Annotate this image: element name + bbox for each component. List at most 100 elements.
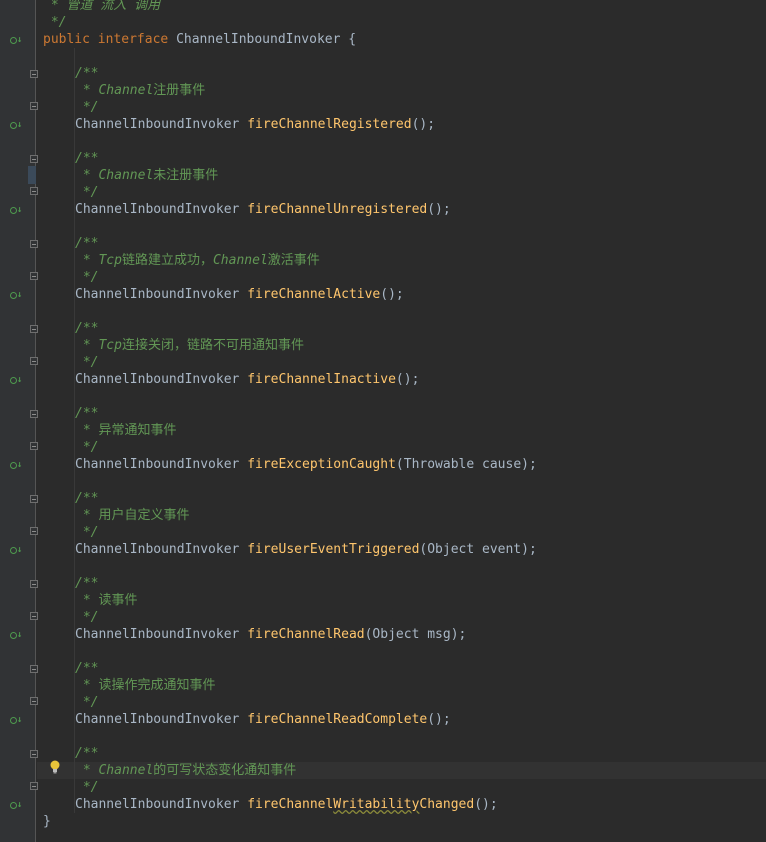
doc-close: */ — [75, 525, 99, 540]
doc-comment-close: */ — [37, 779, 766, 796]
method-declaration: ChannelInboundInvoker fireChannelRegiste… — [37, 116, 766, 133]
fold-icon[interactable] — [30, 495, 38, 503]
return-type: ChannelInboundInvoker — [75, 712, 240, 727]
doc-open: /** — [75, 151, 99, 166]
fold-icon[interactable] — [30, 697, 38, 705]
fold-icon[interactable] — [30, 240, 38, 248]
method-declaration: ChannelInboundInvoker fireChannelUnregis… — [37, 201, 766, 218]
method-name: fireChannelRead — [247, 627, 365, 642]
doc-close: */ — [75, 695, 99, 710]
doc-comment-open: /** — [37, 65, 766, 82]
comment-italic: Channel — [98, 168, 154, 183]
fold-icon[interactable] — [30, 580, 38, 588]
doc-star: * — [75, 763, 99, 778]
comment-text: 异常通知事件 — [98, 423, 177, 438]
doc-comment-open: /** — [37, 235, 766, 252]
doc-comment-close: */ — [37, 439, 766, 456]
doc-comment-close: */ — [37, 609, 766, 626]
implements-marker-icon[interactable]: ↓ — [10, 374, 24, 386]
doc-close: */ — [75, 780, 99, 795]
return-type: ChannelInboundInvoker — [75, 202, 240, 217]
lightbulb-icon[interactable] — [49, 760, 61, 774]
method-params: (); — [427, 712, 451, 727]
fold-icon[interactable] — [30, 102, 38, 110]
method-name: fireChannel — [247, 797, 334, 812]
fold-icon[interactable] — [30, 410, 38, 418]
fold-icon[interactable] — [30, 70, 38, 78]
indent-guide — [74, 48, 75, 813]
comment-italic: Tcp — [98, 253, 122, 268]
doc-open: /** — [75, 66, 99, 81]
doc-comment-text: * Channel的可写状态变化通知事件 — [37, 762, 766, 779]
fold-icon[interactable] — [30, 782, 38, 790]
implements-marker-icon[interactable]: ↓ — [10, 544, 24, 556]
return-type: ChannelInboundInvoker — [75, 372, 240, 387]
implements-marker-icon[interactable]: ↓ — [10, 629, 24, 641]
method-name-typo: Writability — [333, 797, 420, 812]
doc-comment-open: /** — [37, 575, 766, 592]
doc-star: * — [75, 83, 99, 98]
implements-marker-icon[interactable]: ↓ — [10, 204, 24, 216]
fold-icon[interactable] — [30, 325, 38, 333]
doc-comment-text: * Tcp连接关闭，链路不可用通知事件 — [37, 337, 766, 354]
doc-star: * — [75, 168, 99, 183]
doc-comment-text: * 用户自定义事件 — [37, 507, 766, 524]
fold-icon[interactable] — [30, 527, 38, 535]
doc-open: /** — [75, 661, 99, 676]
method-params: (Throwable cause); — [395, 457, 537, 472]
open-brace: { — [340, 32, 357, 47]
doc-star: * — [75, 423, 99, 438]
doc-comment-open: /** — [37, 660, 766, 677]
doc-comment-text: * 异常通知事件 — [37, 422, 766, 439]
implements-marker-icon[interactable]: ↓ — [10, 459, 24, 471]
fold-icon[interactable] — [30, 442, 38, 450]
implements-marker-icon[interactable]: ↓ — [10, 34, 24, 46]
doc-comment-close: */ — [37, 524, 766, 541]
method-declaration: ChannelInboundInvoker fireUserEventTrigg… — [37, 541, 766, 558]
method-params: (); — [411, 117, 436, 132]
doc-open: /** — [75, 406, 99, 421]
method-name: fireChannelRegistered — [247, 117, 412, 132]
fold-icon[interactable] — [30, 665, 38, 673]
return-type: ChannelInboundInvoker — [75, 542, 240, 557]
fold-icon[interactable] — [30, 187, 38, 195]
doc-comment-close: */ — [37, 354, 766, 371]
fold-icon[interactable] — [30, 272, 38, 280]
comment-italic: Channel — [212, 253, 268, 268]
fold-icon[interactable] — [30, 357, 38, 365]
implements-marker-icon[interactable]: ↓ — [10, 119, 24, 131]
doc-comment-open: /** — [37, 405, 766, 422]
doc-comment-close: */ — [37, 269, 766, 286]
implements-marker-icon[interactable]: ↓ — [10, 714, 24, 726]
doc-comment-close: */ — [37, 694, 766, 711]
method-params: (Object event); — [419, 542, 537, 557]
doc-close: */ — [75, 100, 99, 115]
method-declaration: ChannelInboundInvoker fireChannelReadCom… — [37, 711, 766, 728]
doc-comment-open: /** — [37, 320, 766, 337]
comment-text: 连接关闭，链路不可用通知事件 — [121, 338, 304, 353]
doc-open: /** — [75, 491, 99, 506]
comment-text: 的可写状态变化通知事件 — [153, 763, 297, 778]
doc-comment-text: * Channel未注册事件 — [37, 167, 766, 184]
comment-text: 用户自定义事件 — [98, 508, 190, 523]
method-declaration: ChannelInboundInvoker fireExceptionCaugh… — [37, 456, 766, 473]
fold-icon[interactable] — [30, 750, 38, 758]
keyword-public: public — [43, 32, 90, 47]
fold-icon[interactable] — [30, 612, 38, 620]
doc-comment-text: * 读操作完成通知事件 — [37, 677, 766, 694]
implements-marker-icon[interactable]: ↓ — [10, 289, 24, 301]
doc-close: */ — [75, 610, 99, 625]
implements-marker-icon[interactable]: ↓ — [10, 799, 24, 811]
code-editor[interactable]: * 管道 流入 调用 */public interface ChannelInb… — [37, 0, 766, 842]
doc-star: * — [75, 253, 99, 268]
interface-declaration: public interface ChannelInboundInvoker { — [37, 31, 766, 48]
fold-icon[interactable] — [30, 155, 38, 163]
method-declaration: ChannelInboundInvoker fireChannelWritabi… — [37, 796, 766, 813]
method-name: fireChannelReadComplete — [247, 712, 428, 727]
return-type: ChannelInboundInvoker — [75, 457, 240, 472]
method-name: fireChannelUnregistered — [247, 202, 428, 217]
